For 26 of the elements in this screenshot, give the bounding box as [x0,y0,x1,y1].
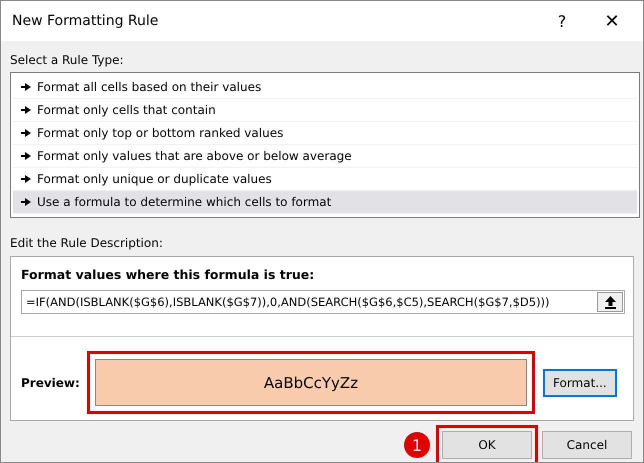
arrow-icon [21,198,31,206]
arrow-icon [21,129,31,137]
dialog-button[interactable]: OK [442,431,532,459]
arrow-icon [21,106,31,114]
formula-field[interactable]: =IF(AND(ISBLANK($G$6),ISBLANK($G$7)),0,AND(SEARCH($G$6,$C5),SEARCH($G$7,$D5))) [21,290,625,314]
rule-type-item[interactable]: Format only values that are above or below average [13,145,637,168]
help-button[interactable]: ? [537,1,587,41]
arrow-icon [21,83,31,91]
upload-arrow-icon [604,296,616,308]
dialog-button[interactable]: Cancel [542,431,632,459]
window-title: New Formatting Rule [12,13,160,29]
rule-type-item[interactable]: Use a formula to determine which cells to format [13,191,637,214]
section-label: Select a Rule Type: [10,53,124,67]
preview-label: Preview: [21,376,81,390]
collapse-button[interactable] [597,292,623,312]
rule-type-item[interactable]: Format all cells based on their values [13,76,637,99]
step-badge: 1 [404,432,430,458]
arrow-icon [21,152,31,160]
preview-sample: AaBbCcYyZz [95,359,527,406]
rule-type-item[interactable]: Format only top or bottom ranked values [13,122,637,145]
section-label: Edit the Rule Description: [10,236,163,250]
format-button[interactable]: Format... [543,368,617,396]
arrow-icon [21,175,31,183]
rule-type-item[interactable]: Format only cells that contain [13,99,637,122]
formula-label: Format values where this formula is true: [21,267,314,282]
close-button[interactable]: ✕ [587,1,637,41]
